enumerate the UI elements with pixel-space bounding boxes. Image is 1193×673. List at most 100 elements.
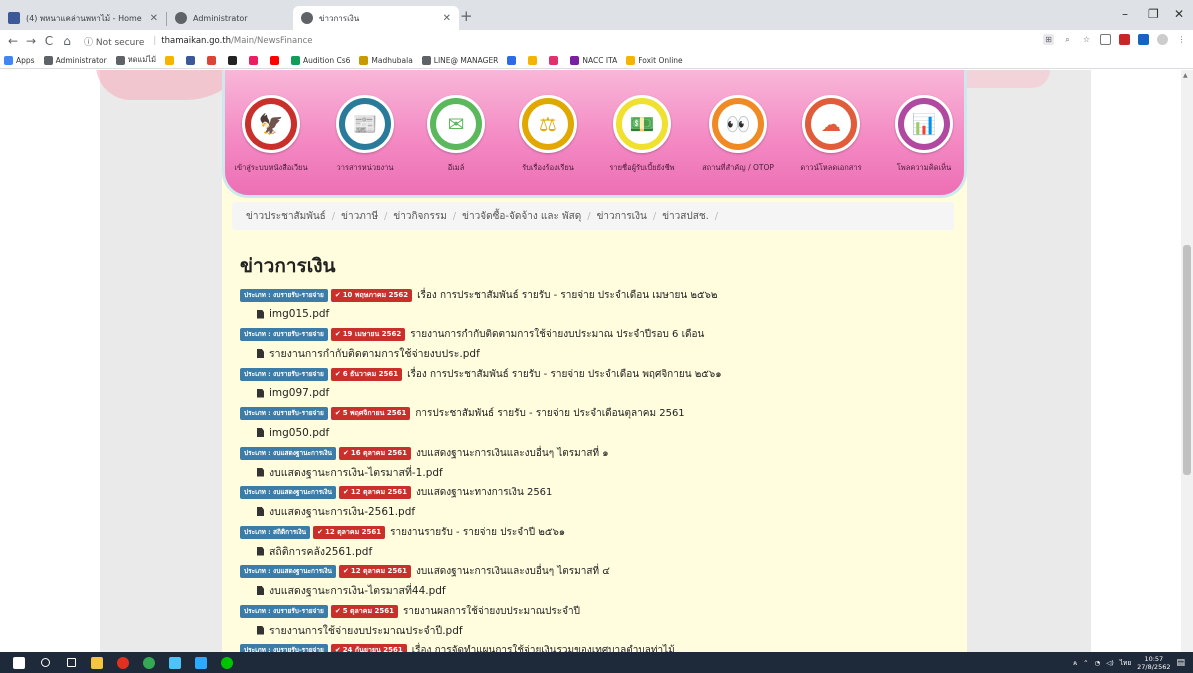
attachment-link[interactable]: img097.pdf xyxy=(240,383,960,403)
breadcrumb-link[interactable]: ข่าวสปสช. xyxy=(662,209,709,224)
tab-close-icon[interactable]: ✕ xyxy=(443,13,451,24)
search-icon[interactable] xyxy=(34,652,56,673)
attachment-link[interactable]: img015.pdf xyxy=(240,304,960,324)
bookmark-item[interactable]: หดแม่ไม้ xyxy=(115,54,156,66)
scroll-up-arrow-icon[interactable]: ▲ xyxy=(1183,72,1188,79)
bookmark-item[interactable] xyxy=(249,55,261,65)
menu-icon[interactable]: ⋮ xyxy=(1176,34,1187,45)
news-title-link[interactable]: การประชาสัมพันธ์ รายรับ - รายจ่าย ประจำเ… xyxy=(415,406,684,421)
quick-link-scale[interactable]: ⚖ รับเรื่องร้องเรียน xyxy=(502,95,594,174)
chrome-icon[interactable] xyxy=(138,652,160,673)
bookmark-item[interactable]: Audition Cs6 xyxy=(291,55,350,65)
back-button[interactable]: ← xyxy=(4,34,22,48)
cast-icon[interactable] xyxy=(1100,34,1111,45)
not-secure-indicator[interactable]: ⓘ Not secure xyxy=(84,35,144,48)
category-badge[interactable]: ประเภท : งบรายรับ-รายจ่าย xyxy=(240,328,328,341)
breadcrumb-link[interactable]: ข่าวประชาสัมพันธ์ xyxy=(246,209,326,224)
bookmark-item[interactable]: NACC ITA xyxy=(570,55,617,65)
news-title-link[interactable]: เรื่อง การประชาสัมพันธ์ รายรับ - รายจ่าย… xyxy=(417,288,717,303)
category-badge[interactable]: ประเภท : งบแสดงฐานะการเงิน xyxy=(240,565,336,578)
volume-icon[interactable]: ◁) xyxy=(1106,659,1114,667)
tab-close-icon[interactable]: ✕ xyxy=(150,13,158,24)
ime-indicator[interactable]: ไทย xyxy=(1120,658,1131,668)
people-icon[interactable]: ጸ xyxy=(1073,659,1077,668)
bookmark-item[interactable]: Madhubala xyxy=(359,55,413,65)
category-badge[interactable]: ประเภท : งบแสดงฐานะการเงิน xyxy=(240,486,336,499)
news-title-link[interactable]: เรื่อง การจัดทำแผนการใช้จ่ายเงินรวมของเท… xyxy=(412,643,675,652)
category-badge[interactable]: ประเภท : งบรายรับ-รายจ่าย xyxy=(240,288,328,302)
quick-link-cloud-download[interactable]: ☁ ดาวน์โหลดเอกสาร xyxy=(785,95,877,174)
home-button[interactable]: ⌂ xyxy=(58,34,76,48)
download-extension-icon[interactable] xyxy=(1138,34,1149,45)
bookmark-item[interactable] xyxy=(270,55,282,65)
news-title-link[interactable]: รายงานรายรับ - รายจ่าย ประจำปี ๒๕๖๑ xyxy=(390,525,565,540)
maximize-button[interactable]: ❐ xyxy=(1148,7,1159,21)
breadcrumb-link[interactable]: ข่าวกิจกรรม xyxy=(393,209,446,224)
attachment-link[interactable]: รายงานการกำกับติดตามการใช้จ่ายงบประ.pdf xyxy=(240,344,960,364)
browser-tab-facebook[interactable]: (4) พหนาแคล่านพหาไม้ - Home ✕ xyxy=(0,6,166,30)
opera-icon[interactable] xyxy=(112,652,134,673)
attachment-link[interactable]: งบแสดงฐานะการเงิน-ไตรมาสที่-1.pdf xyxy=(240,462,960,482)
zoom-icon[interactable]: ⌕ xyxy=(1062,34,1073,45)
news-title-link[interactable]: งบแสดงฐานะทางการเงิน 2561 xyxy=(416,485,552,500)
bookmark-item[interactable] xyxy=(207,55,219,65)
network-icon[interactable]: ◔ xyxy=(1095,659,1101,667)
reload-button[interactable]: C xyxy=(40,34,58,48)
new-tab-button[interactable]: + xyxy=(460,9,473,24)
quick-link-journal[interactable]: 📰 วารสารหน่วยงาน xyxy=(319,95,411,174)
bookmark-item[interactable]: Foxit Online xyxy=(626,55,683,65)
breadcrumb-link[interactable]: ข่าวจัดซื้อ-จัดจ้าง และ พัสดุ xyxy=(462,209,581,224)
attachment-link[interactable]: img050.pdf xyxy=(240,423,960,443)
category-badge[interactable]: ประเภท : สถิติการเงิน xyxy=(240,525,311,539)
forward-button[interactable]: → xyxy=(22,34,40,48)
minimize-button[interactable]: – xyxy=(1122,7,1128,21)
category-badge[interactable]: ประเภท : งบรายรับ-รายจ่าย xyxy=(240,367,328,381)
scrollbar-thumb[interactable] xyxy=(1183,245,1191,475)
browser-tab-news-finance[interactable]: ข่าวการเงิน ✕ xyxy=(293,6,459,30)
attachment-link[interactable]: สถิติการคลัง2561.pdf xyxy=(240,541,960,561)
translate-icon[interactable]: ⊞ xyxy=(1043,34,1054,45)
quick-link-mail[interactable]: ✉ อีเมล์ xyxy=(410,95,502,174)
clock[interactable]: 10:57 27/8/2562 xyxy=(1137,655,1170,671)
bookmark-item[interactable] xyxy=(165,55,177,65)
url-bar[interactable]: ⓘ Not secure | thamaikan.go.th/Main/News… xyxy=(84,32,984,50)
line-icon[interactable] xyxy=(216,652,238,673)
attachment-link[interactable]: รายงานการใช้จ่ายงบประมาณประจำปี.pdf xyxy=(240,620,960,640)
bookmark-item[interactable] xyxy=(507,55,519,65)
breadcrumb-link[interactable]: ข่าวการเงิน xyxy=(597,209,647,224)
breadcrumb-link[interactable]: ข่าวภาษี xyxy=(341,209,378,224)
app-icon[interactable] xyxy=(164,652,186,673)
category-badge[interactable]: ประเภท : งบแสดงฐานะการเงิน xyxy=(240,446,336,460)
news-title-link[interactable]: รายงานผลการใช้จ่ายงบประมาณประจำปี xyxy=(403,604,580,619)
close-window-button[interactable]: ✕ xyxy=(1174,7,1184,21)
quick-link-binoculars[interactable]: 👀 สถานที่สำคัญ / OTOP xyxy=(692,95,784,174)
attachment-link[interactable]: งบแสดงฐานะการเงิน-2561.pdf xyxy=(240,502,960,522)
attachment-link[interactable]: งบแสดงฐานะการเงิน-ไตรมาสที่44.pdf xyxy=(240,581,960,601)
profile-icon[interactable] xyxy=(1157,34,1168,45)
bookmark-star-icon[interactable]: ☆ xyxy=(1081,34,1092,45)
quick-link-poll-chart[interactable]: 📊 โพลความคิดเห็น xyxy=(878,95,970,174)
bookmark-item[interactable] xyxy=(186,55,198,65)
pdf-extension-icon[interactable] xyxy=(1119,34,1130,45)
news-title-link[interactable]: งบแสดงฐานะการเงินและงบอื่นๆ ไตรมาสที่ ๔ xyxy=(416,564,610,579)
bookmark-item[interactable] xyxy=(549,55,561,65)
notifications-icon[interactable]: ▤ xyxy=(1176,658,1185,668)
bookmark-item[interactable]: Administrator xyxy=(43,55,107,65)
task-view-icon[interactable] xyxy=(60,652,82,673)
photoshop-icon[interactable] xyxy=(190,652,212,673)
bookmark-item[interactable]: LINE@ MANAGER xyxy=(421,55,498,65)
news-title-link[interactable]: งบแสดงฐานะการเงินและงบอื่นๆ ไตรมาสที่ ๑ xyxy=(416,446,609,461)
tray-overflow-icon[interactable]: ⌃ xyxy=(1083,659,1088,667)
windows-start-icon[interactable] xyxy=(8,652,30,673)
bookmark-item[interactable] xyxy=(228,55,240,65)
news-title-link[interactable]: เรื่อง การประชาสัมพันธ์ รายรับ - รายจ่าย… xyxy=(407,367,721,382)
bookmark-item[interactable] xyxy=(528,55,540,65)
category-badge[interactable]: ประเภท : งบรายรับ-รายจ่าย xyxy=(240,407,328,420)
news-title-link[interactable]: รายงานการกำกับติดตามการใช้จ่ายงบประมาณ ป… xyxy=(410,327,704,342)
category-badge[interactable]: ประเภท : งบรายรับ-รายจ่าย xyxy=(240,604,328,618)
quick-link-money[interactable]: 💵 รายชื่อผู้รับเบี้ยยังชีพ xyxy=(596,95,688,174)
bookmark-item[interactable]: Apps xyxy=(4,55,35,65)
file-explorer-icon[interactable] xyxy=(86,652,108,673)
scrollbar[interactable]: ▲ xyxy=(1181,70,1193,652)
quick-link-garuda[interactable]: 🦅 เข้าสู่ระบบหนังสือเวียน xyxy=(225,95,317,174)
